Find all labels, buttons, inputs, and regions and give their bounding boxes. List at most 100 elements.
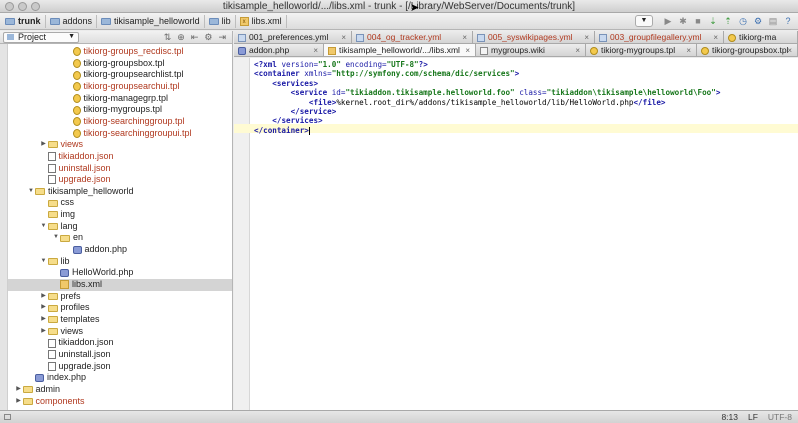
code-editor[interactable]: <?xml version="1.0" encoding="UTF-8"?> <c… [234,58,798,410]
collapse-all-icon[interactable]: ⇤ [191,32,199,43]
tree-folder[interactable]: img [8,209,75,221]
breadcrumb-item[interactable]: trunk [3,14,46,28]
breadcrumb-item[interactable]: x libs.xml [238,14,287,28]
tree-folder[interactable]: ▶ admin [8,384,60,396]
editor-tab[interactable]: tikiorg-groupsbox.tpl × [697,44,798,56]
zoom-button[interactable] [31,2,40,11]
close-tab-icon[interactable]: × [584,31,589,43]
run-config-dropdown[interactable]: ▼ [635,15,653,27]
tree-file[interactable]: tikiorg-searchinggroupui.tpl [8,128,192,140]
tree-file[interactable]: addon.php [8,244,127,256]
editor-tab[interactable]: tikiorg-mygroups.tpl × [586,44,697,56]
tree-file[interactable]: tikiorg-groupsbox.tpl [8,58,165,70]
tree-file[interactable]: tikiorg-groups_recdisc.tpl [8,46,184,58]
collapse-arrow-icon[interactable]: ▶ [40,291,48,303]
close-tab-icon[interactable]: × [575,44,580,56]
tree-file[interactable]: tikiaddon.json [8,337,114,349]
tree-folder[interactable]: ▶ views [8,326,83,338]
stop-icon[interactable]: ■ [692,15,704,27]
close-tab-icon[interactable]: × [465,44,470,56]
tree-file[interactable]: tikiorg-managegrp.tpl [8,93,168,105]
breadcrumb-item[interactable]: addons [48,14,98,28]
close-tab-icon[interactable]: × [686,44,691,56]
tree-folder[interactable]: ▶ profiles [8,302,89,314]
tree-file[interactable]: tikiorg-mygroups.tpl [8,104,162,116]
line-separator[interactable]: LF [748,411,758,423]
tree-file[interactable]: tikiorg-groupsearchui.tpl [8,81,180,93]
tree-file[interactable]: upgrade.json [8,361,111,373]
close-tab-icon[interactable]: × [713,31,718,43]
code-content[interactable]: <?xml version="1.0" encoding="UTF-8"?> <c… [254,60,720,135]
debug-icon[interactable]: ✱ [677,15,689,27]
tree-file[interactable]: tikiaddon.json [8,151,114,163]
tree-folder[interactable]: ▼ tikisample_helloworld [8,186,134,198]
collapse-arrow-icon[interactable]: ▶ [40,326,48,338]
file-encoding[interactable]: UTF-8 [768,411,792,423]
code-line[interactable]: <?xml version="1.0" encoding="UTF-8"?> [254,60,720,69]
collapse-arrow-icon[interactable]: ▶ [15,396,23,408]
collapse-arrow-icon[interactable]: ▶ [40,302,48,314]
structure-icon[interactable]: ▤ [767,15,779,27]
editor-tab[interactable]: mygroups.wiki × [476,44,586,56]
collapse-arrow-icon[interactable]: ▶ [15,384,23,396]
tree-folder[interactable]: ▶ templates [8,314,99,326]
project-tree[interactable]: tikiorg-groups_recdisc.tpl tikiorg-groups… [8,44,233,410]
code-line[interactable]: </services> [254,116,720,125]
code-line[interactable]: <services> [254,79,720,88]
project-view-dropdown[interactable]: Project ▼ [3,31,79,43]
close-tab-icon[interactable]: × [341,31,346,43]
tree-file[interactable]: tikiorg-groupsearchlist.tpl [8,69,184,81]
tree-file[interactable]: HelloWorld.php [8,267,133,279]
close-tab-icon[interactable]: × [462,31,467,43]
expand-arrow-icon[interactable]: ▼ [27,186,35,198]
minimize-button[interactable] [18,2,27,11]
tree-folder[interactable]: ▼ en [8,232,83,244]
editor-tab[interactable]: addon.php × [234,44,324,56]
tree-folder[interactable]: css [8,197,74,209]
editor-tab[interactable]: tikiorg-ma [724,31,798,43]
breadcrumb-item[interactable]: tikisample_helloworld [99,14,205,28]
settings-icon[interactable]: ⚙ [752,15,764,27]
cursor-position[interactable]: 8:13 [721,411,738,423]
tree-file[interactable]: libs.xml [8,279,232,291]
editor-tab[interactable]: 003_groupfilegallery.yml × [595,31,724,43]
code-line[interactable]: <container xmlns="http://symfony.com/sch… [254,69,720,78]
scroll-to-source-icon[interactable]: ⊕ [177,32,185,43]
editor-tab[interactable]: tikisample_helloworld/.../libs.xml × [324,44,476,56]
collapse-arrow-icon[interactable]: ▶ [40,314,48,326]
collapse-arrow-icon[interactable]: ▶ [40,139,48,151]
expand-arrow-icon[interactable]: ▼ [52,232,60,244]
tree-folder[interactable]: ▶ components [8,396,84,408]
breadcrumb-item[interactable]: lib [207,14,236,28]
help-icon[interactable]: ? [782,15,794,27]
tree-file[interactable]: uninstall.json [8,349,111,361]
tree-file[interactable]: upgrade.json [8,174,111,186]
editor-tab[interactable]: 001_preferences.yml × [234,31,352,43]
history-icon[interactable]: ◷ [737,15,749,27]
vcs-commit-icon[interactable]: ⇡ [722,15,734,27]
code-line[interactable]: <service id="tikiaddon.tikisample.hellow… [254,88,721,97]
window-controls[interactable] [5,2,40,11]
tree-file[interactable]: uninstall.json [8,163,111,175]
code-line[interactable]: <file>%kernel.root_dir%/addons/tikisampl… [254,98,720,107]
code-line[interactable]: </service> [254,107,720,116]
vcs-update-icon[interactable]: ⇣ [707,15,719,27]
run-icon[interactable]: ▶ [662,15,674,27]
close-tab-icon[interactable]: × [787,44,792,56]
gear-icon[interactable]: ⚙ [204,32,212,43]
expand-arrow-icon[interactable]: ▼ [40,256,48,268]
tree-folder[interactable]: ▼ lib [8,256,70,268]
code-line[interactable]: </container> [254,126,720,135]
tree-folder[interactable]: ▶ views [8,139,83,151]
expand-arrow-icon[interactable]: ▼ [40,221,48,233]
editor-tab[interactable]: 004_og_tracker.yml × [352,31,473,43]
tree-file[interactable]: index.php [8,372,86,384]
close-button[interactable] [5,2,14,11]
tree-file[interactable]: tikiorg-searchinggroup.tpl [8,116,185,128]
tree-folder[interactable]: ▶ prefs [8,291,80,303]
editor-tab[interactable]: 005_syswikipages.yml × [473,31,595,43]
tree-folder[interactable]: ▼ lang [8,221,78,233]
close-tab-icon[interactable]: × [313,44,318,56]
tool-windows-icon[interactable] [4,414,11,420]
hide-panel-icon[interactable]: ⇥ [218,32,226,43]
